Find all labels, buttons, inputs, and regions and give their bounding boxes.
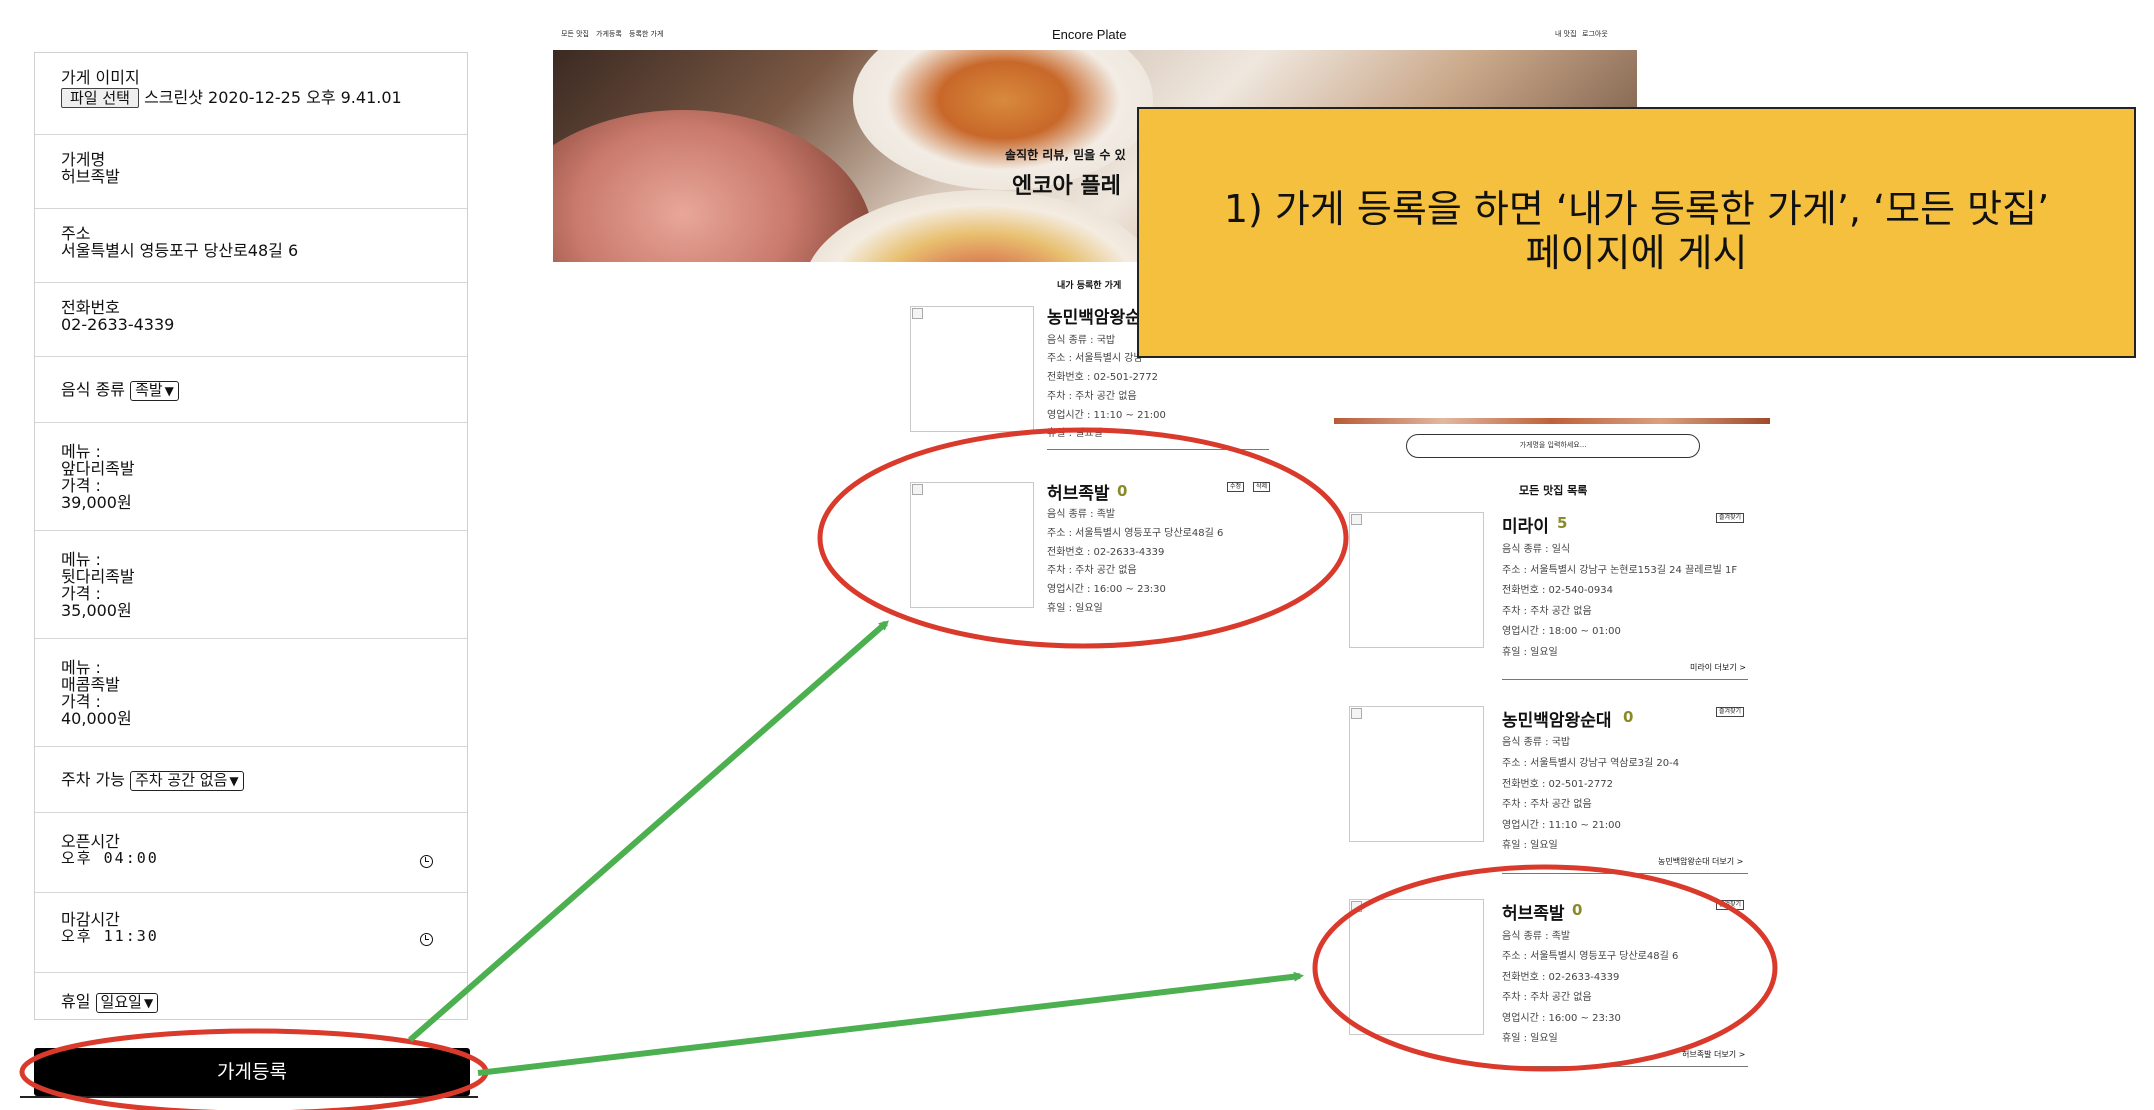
highlight-ellipse xyxy=(817,427,1349,649)
highlight-ellipse xyxy=(19,1028,489,1110)
annotation-overlay xyxy=(19,427,1778,1110)
highlight-ellipse xyxy=(1312,864,1778,1072)
arrow xyxy=(477,971,1304,1076)
arrow xyxy=(408,620,890,1043)
